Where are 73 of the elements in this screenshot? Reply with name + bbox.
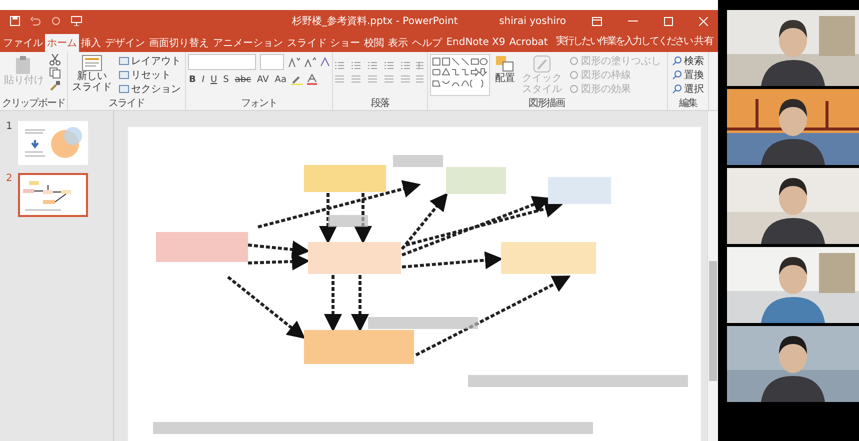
font-name-field[interactable] (188, 54, 256, 70)
editing-button[interactable]: 検索 (670, 54, 706, 67)
edit-action-icon (672, 70, 682, 80)
ribbon-tab[interactable]: アニメーション (211, 34, 285, 52)
format-button[interactable]: I (200, 74, 206, 84)
brush-icon (533, 55, 551, 73)
clipboard-icon (15, 55, 33, 75)
scissors-icon[interactable] (49, 54, 61, 66)
format-button[interactable]: B (188, 74, 197, 84)
arrow (248, 252, 310, 270)
format-button[interactable]: U (210, 74, 218, 84)
slide-option-button[interactable]: レイアウト (117, 54, 183, 67)
ribbon-display-icon[interactable] (592, 16, 602, 26)
undo-icon[interactable] (30, 16, 41, 26)
slide-number: 2 (6, 173, 14, 184)
ribbon-tab[interactable]: 校閲 (362, 34, 386, 52)
edit-action-icon (672, 84, 682, 94)
shape-gallery-drawing[interactable] (430, 54, 490, 96)
presentation-icon[interactable] (71, 16, 82, 26)
ribbon-tab[interactable]: 画面切り替え (147, 34, 211, 52)
group-label: 図形描画 (528, 97, 566, 110)
format-button[interactable]: S (222, 74, 230, 84)
tell-me-field[interactable]: 実行したい作業を入力してください (556, 34, 692, 52)
format-button[interactable]: Aa (274, 74, 288, 84)
new-slide-button[interactable]: 新しい スライド (70, 54, 114, 94)
group-label: フォント (240, 97, 278, 110)
slide-option-button[interactable]: リセット (117, 68, 183, 81)
share-button[interactable]: 共有 (692, 34, 718, 52)
font-color-icon[interactable] (307, 74, 318, 85)
group-label: 段落 (370, 97, 390, 110)
editing-button[interactable]: 選択 (670, 82, 706, 95)
editing-button[interactable]: 置換 (670, 68, 706, 81)
edit-action-icon (672, 56, 682, 66)
slide-thumbnail[interactable] (18, 121, 88, 165)
arrow (248, 240, 310, 258)
slide-option-button[interactable]: セクション (117, 82, 183, 95)
font-shrink-icon[interactable] (304, 57, 316, 67)
clear-format-icon[interactable] (320, 57, 330, 67)
format-button[interactable]: AV (256, 74, 270, 84)
arrow (324, 275, 342, 332)
slide-icon (82, 55, 102, 71)
arrow (351, 275, 369, 332)
font-size-field[interactable] (260, 54, 284, 70)
font-grow-icon[interactable] (288, 57, 300, 67)
ribbon-tab[interactable]: EndNote X9 (444, 34, 508, 52)
stacked-squares-icon (495, 55, 515, 73)
window-title: 杉野楼_参考資料.pptx - PowerPoint (292, 14, 458, 28)
slide-thumbnail[interactable] (18, 173, 88, 217)
ribbon-tab[interactable]: デザイン (103, 34, 147, 52)
blurred-text (328, 215, 368, 227)
highlight-icon[interactable] (291, 74, 304, 84)
blurred-text (393, 155, 443, 167)
minimize-icon[interactable] (628, 20, 638, 22)
user-name[interactable]: shirai yoshiro (499, 16, 566, 26)
copy-icon[interactable] (49, 67, 61, 79)
brush-icon[interactable] (49, 80, 61, 92)
group-label: スライド (108, 97, 146, 110)
ribbon-tab[interactable]: ファイル (1, 34, 45, 52)
ribbon-tab[interactable]: ヘルプ (410, 34, 444, 52)
arrange-button[interactable]: 配置 (493, 54, 517, 85)
maximize-icon[interactable] (664, 16, 673, 26)
ribbon-tab[interactable]: スライド ショー (285, 34, 362, 52)
slide-number: 1 (6, 121, 14, 132)
scrollbar[interactable] (707, 111, 718, 441)
ribbon-tab[interactable]: ホーム (45, 34, 79, 52)
save-icon[interactable] (10, 16, 20, 26)
ribbon-tab[interactable]: Acrobat (507, 34, 550, 52)
group-label: クリップボード (2, 97, 65, 110)
close-icon[interactable] (699, 16, 708, 26)
format-button[interactable]: abc (234, 74, 252, 84)
group-label: 編集 (678, 97, 698, 110)
ribbon-tab[interactable]: 挿入 (79, 34, 103, 52)
ribbon-tab[interactable]: 表示 (386, 34, 410, 52)
